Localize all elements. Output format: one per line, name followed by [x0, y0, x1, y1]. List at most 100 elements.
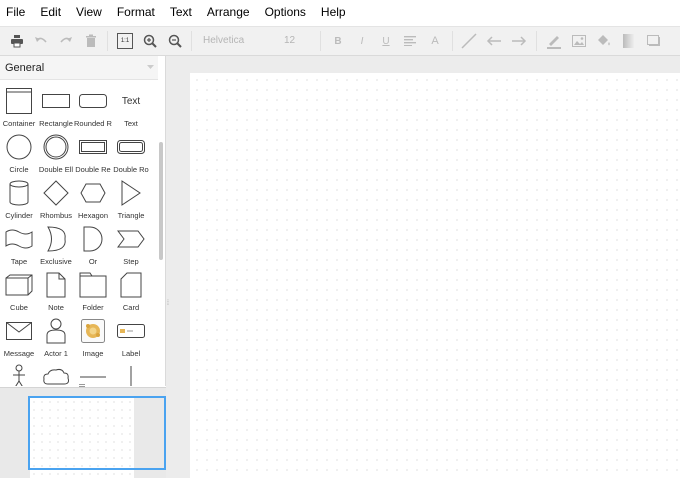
shape-label: Or: [88, 257, 98, 266]
shape-label: Tape: [10, 257, 28, 266]
shape-rounded-rectangle[interactable]: Rounded R: [74, 85, 112, 133]
insert-image-button[interactable]: [569, 31, 589, 51]
shape-label: Cube: [10, 303, 28, 312]
shadow-icon: [647, 35, 660, 46]
arrow-left-icon: [486, 36, 501, 46]
shape-label: Cylinder: [5, 211, 33, 220]
shape-cylinder[interactable]: Cylinder: [0, 177, 38, 225]
shape-label: Label: [121, 349, 141, 358]
arrow-start-button[interactable]: [484, 31, 504, 51]
menu-arrange[interactable]: Arrange: [207, 5, 250, 19]
text-shape-icon: Text: [121, 95, 141, 107]
menu-edit[interactable]: Edit: [40, 5, 61, 19]
sidebar-scrollbar[interactable]: [159, 142, 163, 260]
shape-vertical-line[interactable]: [112, 361, 150, 386]
menu-view[interactable]: View: [76, 5, 102, 19]
fill-color-button[interactable]: [594, 31, 614, 51]
shape-label: Image: [82, 349, 104, 358]
rounded-rectangle-icon: [79, 94, 107, 108]
shape-label: Triangle: [117, 211, 145, 220]
delete-button[interactable]: [81, 31, 101, 51]
shape-image[interactable]: Image: [74, 315, 112, 363]
shape-label: Container: [2, 119, 36, 128]
stick-figure-icon: [13, 364, 25, 386]
shape-label: Rounded R: [74, 119, 112, 128]
shape-circle[interactable]: Circle: [0, 131, 38, 179]
shape-message[interactable]: Message: [0, 315, 38, 363]
menu-file[interactable]: File: [6, 5, 25, 19]
shape-double-rectangle[interactable]: Double Re: [74, 131, 112, 179]
sidebar-section-general[interactable]: General: [0, 56, 158, 80]
shape-folder[interactable]: Folder: [74, 269, 112, 317]
outline-viewport[interactable]: [28, 396, 166, 470]
menu-text[interactable]: Text: [170, 5, 192, 19]
zoom-out-icon: [168, 34, 182, 48]
shape-label: Rectangle: [39, 119, 73, 128]
undo-button[interactable]: [31, 31, 51, 51]
folder-icon: [79, 272, 107, 298]
trash-icon: [86, 34, 96, 47]
zoom-out-button[interactable]: [165, 31, 185, 51]
arrow-end-button[interactable]: [509, 31, 529, 51]
diagonal-line-icon: [461, 33, 477, 49]
diagram-canvas[interactable]: [190, 73, 680, 478]
shape-double-ellipse[interactable]: Double Ell: [37, 131, 75, 179]
shape-card[interactable]: Card: [112, 269, 150, 317]
toolbar-separator: [191, 31, 192, 51]
zoom-reset-button[interactable]: 1:1: [115, 31, 135, 51]
shape-container[interactable]: Container: [0, 85, 38, 133]
shape-note[interactable]: Note: [37, 269, 75, 317]
print-icon: [11, 35, 23, 48]
bold-button[interactable]: B: [328, 31, 348, 51]
pencil-icon: [547, 36, 561, 49]
shape-double-rounded[interactable]: Double Ro: [112, 131, 150, 179]
shape-cube[interactable]: Cube: [0, 269, 38, 317]
horizontal-line-icon: [80, 376, 106, 378]
shape-or[interactable]: Or: [74, 223, 112, 271]
shape-triangle[interactable]: Triangle: [112, 177, 150, 225]
font-size-select[interactable]: 12: [284, 31, 314, 51]
shape-rhombus[interactable]: Rhombus: [37, 177, 75, 225]
shape-hexagon[interactable]: Hexagon: [74, 177, 112, 225]
splitter-handle-vertical[interactable]: ⁞: [167, 300, 169, 307]
underline-button[interactable]: U: [376, 31, 396, 51]
shape-label[interactable]: Label: [112, 315, 150, 363]
connector-button[interactable]: [459, 31, 479, 51]
vertical-line-icon: [130, 366, 132, 386]
shape-step[interactable]: Step: [112, 223, 150, 271]
label-icon: [117, 324, 145, 338]
menu-options[interactable]: Options: [265, 5, 306, 19]
zoom-in-button[interactable]: [140, 31, 160, 51]
shape-text[interactable]: Text Text: [112, 85, 150, 133]
shape-label: Exclusive: [40, 257, 72, 266]
shape-label: Hexagon: [77, 211, 109, 220]
toolbar-separator: [452, 31, 453, 51]
redo-button[interactable]: [56, 31, 76, 51]
toolbar: 1:1 Helvetica 12 B I U A: [0, 26, 680, 56]
shape-label: Circle: [9, 165, 29, 174]
menu-help[interactable]: Help: [321, 5, 346, 19]
italic-button[interactable]: I: [352, 31, 372, 51]
rectangle-icon: [42, 94, 70, 108]
line-color-button[interactable]: [544, 31, 564, 51]
shape-rectangle[interactable]: Rectangle: [37, 85, 75, 133]
print-button[interactable]: [7, 31, 27, 51]
shape-label: Actor 1: [44, 349, 68, 358]
actor-icon: [46, 318, 66, 344]
gradient-button[interactable]: [619, 31, 639, 51]
double-ellipse-icon: [43, 134, 69, 160]
paint-bucket-icon: [598, 35, 610, 46]
shape-cloud[interactable]: [37, 361, 75, 386]
align-button[interactable]: [400, 31, 420, 51]
shape-actor[interactable]: Actor 1: [37, 315, 75, 363]
shadow-button[interactable]: [644, 31, 664, 51]
shape-tape[interactable]: Tape: [0, 223, 38, 271]
shape-stickman[interactable]: [0, 361, 38, 386]
shape-exclusive[interactable]: Exclusive: [37, 223, 75, 271]
image-icon: [572, 35, 586, 47]
menu-format[interactable]: Format: [117, 5, 155, 19]
font-family-select[interactable]: Helvetica: [203, 31, 273, 51]
font-color-button[interactable]: A: [425, 31, 445, 51]
shape-line[interactable]: [74, 361, 112, 386]
shape-label: Double Ro: [113, 165, 149, 174]
